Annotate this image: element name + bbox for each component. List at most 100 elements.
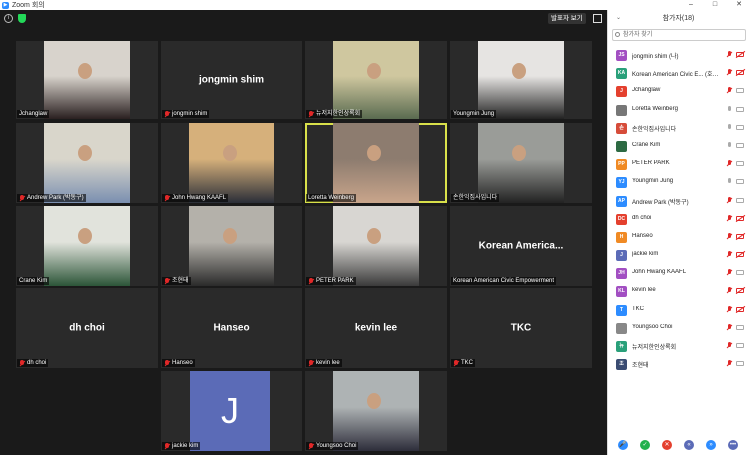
camera-icon — [736, 124, 744, 130]
video-tile[interactable]: dh choi dh choi — [16, 288, 158, 368]
avatar: H — [616, 231, 627, 243]
participant-row[interactable]: 조 조현태 — [608, 355, 749, 373]
camera-icon — [736, 161, 744, 167]
video-tile[interactable]: Youngmin Jung — [450, 41, 592, 119]
avatar — [616, 104, 627, 116]
tile-name: Loretta Weinberg — [308, 195, 354, 201]
participant-row[interactable]: Crane Kim — [608, 137, 749, 155]
video-tile[interactable]: 뉴저지한인상록회 — [305, 41, 447, 119]
chevron-down-icon[interactable]: ⌄ — [616, 10, 621, 27]
participant-row[interactable]: J Jchanglaw — [608, 82, 749, 100]
avatar — [616, 322, 627, 334]
participant-row[interactable]: YJ Youngmin Jung — [608, 173, 749, 191]
mic-icon[interactable]: 🎤 — [618, 440, 628, 450]
speaker-view-label: 발표자 보기 — [551, 15, 583, 22]
participant-display-name: Hanseo — [213, 322, 250, 334]
participant-row[interactable]: JH John Hwang KAAFL — [608, 264, 749, 282]
tile-name: dh choi — [27, 360, 47, 366]
mic-muted-icon — [727, 87, 732, 95]
more-icon[interactable]: ••• — [728, 440, 738, 450]
participant-row[interactable]: Youngsoo Choi — [608, 319, 749, 337]
camera-icon — [736, 142, 744, 148]
participant-row[interactable]: T TKC — [608, 301, 749, 319]
avatar: PP — [616, 159, 627, 171]
video-tile[interactable]: Youngsoo Choi — [305, 371, 447, 451]
video-tile[interactable]: John Hwang KAAFL — [161, 123, 302, 203]
participant-row[interactable]: PP PETER PARK — [608, 155, 749, 173]
forward-icon[interactable]: » — [706, 440, 716, 450]
tile-name-label: Crane Kim — [17, 277, 50, 285]
video-feed — [333, 371, 419, 451]
info-icon[interactable]: i — [4, 14, 13, 23]
close-window-button[interactable]: ✕ — [729, 0, 749, 10]
participant-name: kevin lee — [632, 287, 656, 294]
video-tile[interactable]: Jchanglaw — [16, 41, 158, 119]
tile-name: Andrew Park (박동구) — [27, 195, 84, 201]
video-feed — [333, 206, 419, 286]
video-tile[interactable]: jongmin shim jongmin shim — [161, 41, 302, 119]
search-placeholder: 참가자 찾기 — [623, 32, 653, 38]
maximize-button[interactable]: □ — [705, 0, 725, 10]
video-tile[interactable]: Crane Kim — [16, 206, 158, 286]
participant-name: dh choi — [632, 214, 652, 221]
avatar — [616, 140, 627, 152]
participant-row[interactable]: Jjackie kim — [608, 246, 749, 264]
zoom-window: ▶ Zoom 회의 – □ ✕ i 발표자 보기 Jchanglaw jongmi… — [0, 0, 749, 455]
fullscreen-icon[interactable] — [593, 14, 602, 23]
video-tile[interactable]: Korean America... Korean American Civic E… — [450, 206, 592, 286]
video-tile[interactable]: 손한익집사입니다 — [450, 123, 592, 203]
tile-name-label: Hanseo — [162, 359, 195, 367]
video-tile[interactable]: Hanseo Hanseo — [161, 288, 302, 368]
participants-header: ⌄ 참가자(18) — [608, 10, 749, 27]
video-feed — [44, 41, 130, 119]
avatar: J — [616, 86, 627, 98]
avatar: 조 — [616, 359, 627, 371]
tile-name-label: TKC — [451, 359, 475, 367]
participant-row[interactable]: KA Korean American Civic E... (호스트) — [608, 64, 749, 82]
tile-name-label: 손한익집사입니다 — [451, 194, 500, 202]
participant-row[interactable]: 손 손한익집사입니다 — [608, 119, 749, 137]
participant-name: 뉴저지한인상록회 — [632, 345, 677, 351]
video-tile[interactable]: TKC TKC — [450, 288, 592, 368]
video-tile[interactable]: kevin lee kevin lee — [305, 288, 447, 368]
participant-search-input[interactable]: 참가자 찾기 — [612, 29, 746, 41]
video-tile[interactable]: Loretta Weinberg — [305, 123, 447, 203]
video-tile[interactable]: 조현태 — [161, 206, 302, 286]
mic-muted-icon — [727, 342, 732, 350]
video-tile[interactable]: Jjackie kim — [161, 371, 302, 451]
check-icon[interactable]: ✓ — [640, 440, 650, 450]
mic-muted-icon — [164, 359, 170, 367]
mic-muted-icon — [727, 160, 732, 168]
mic-muted-icon — [308, 110, 314, 118]
participant-row[interactable]: AP Andrew Park (박동구) — [608, 192, 749, 210]
participant-row[interactable]: Loretta Weinberg — [608, 101, 749, 119]
security-shield-icon[interactable] — [18, 14, 26, 23]
tile-name-label: John Hwang KAAFL — [162, 194, 229, 202]
participant-row[interactable]: 뉴 뉴저지한인상록회 — [608, 337, 749, 355]
camera-icon — [736, 88, 744, 94]
video-tile[interactable]: PETER PARK — [305, 206, 447, 286]
avatar: 손 — [616, 122, 627, 134]
tile-name-label: Jchanglaw — [17, 110, 50, 118]
mic-icon — [727, 178, 732, 186]
participant-row[interactable]: H Hanseo — [608, 228, 749, 246]
participant-row[interactable]: KL kevin lee — [608, 282, 749, 300]
tile-name-label: dh choi — [17, 359, 49, 367]
mic-muted-icon — [308, 442, 314, 450]
participant-name: PETER PARK — [632, 160, 670, 167]
participant-name: TKC — [632, 305, 644, 312]
participant-row[interactable]: JS jongmin shim (나) — [608, 46, 749, 64]
tile-name-label: Korean American Civic Empowerment — [451, 277, 557, 285]
rewind-icon[interactable]: « — [684, 440, 694, 450]
camera-off-icon — [736, 52, 744, 57]
mic-muted-icon — [727, 251, 732, 259]
participant-name: Andrew Park (박동구) — [632, 199, 689, 206]
participant-name: 손한익집사입니다 — [632, 126, 677, 133]
video-tile[interactable]: Andrew Park (박동구) — [16, 123, 158, 203]
minimize-button[interactable]: – — [681, 0, 701, 10]
video-feed — [478, 123, 564, 203]
participant-row[interactable]: DC dh choi — [608, 210, 749, 228]
x-icon[interactable]: ✕ — [662, 440, 672, 450]
speaker-view-button[interactable]: 발표자 보기 — [548, 13, 586, 24]
mic-muted-icon — [727, 51, 732, 59]
